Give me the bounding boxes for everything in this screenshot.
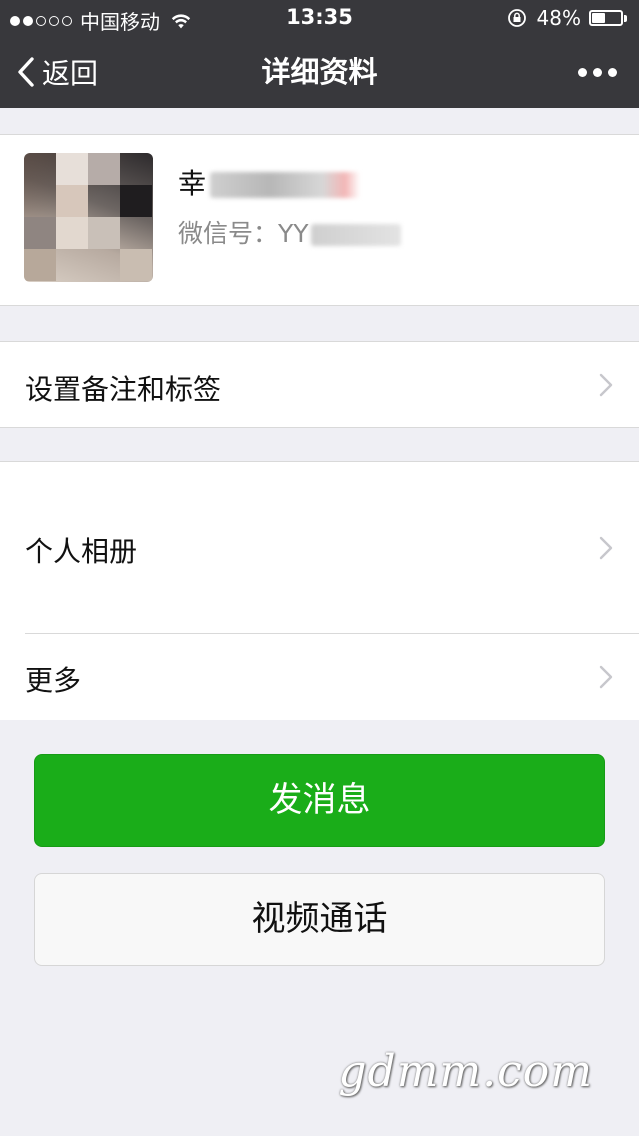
battery-tip (624, 14, 627, 22)
top-bar: 中国移动 13:35 48% 返回 详细资料 (0, 0, 639, 108)
more-options-button[interactable] (578, 36, 617, 108)
page-title: 详细资料 (261, 55, 378, 89)
avatar-pixel (56, 185, 88, 217)
avatar-pixel (88, 153, 120, 185)
more-dot-icon (578, 67, 587, 77)
wechat-id-visible: YY (278, 219, 309, 248)
battery-icon (589, 10, 623, 26)
cell-more[interactable]: 更多 (0, 634, 639, 720)
video-call-button[interactable]: 视频通话 (34, 873, 605, 966)
cell-group: 个人相册 更多 (0, 461, 639, 720)
chevron-right-icon (599, 536, 613, 560)
avatar-pixel (24, 217, 56, 249)
nav-bar: 返回 详细资料 (0, 36, 639, 108)
contact-name-visible: 幸 (178, 167, 207, 200)
battery-fill (592, 13, 605, 23)
avatar[interactable] (24, 153, 153, 282)
avatar-pixel (56, 153, 88, 185)
watermark: gdmm.com (338, 1046, 593, 1097)
send-message-button[interactable]: 发消息 (34, 754, 605, 847)
status-bar: 中国移动 13:35 48% (0, 0, 639, 36)
status-right: 48% (507, 6, 627, 30)
rotation-lock-icon (507, 9, 526, 27)
avatar-pixel (120, 249, 152, 281)
avatar-pixel (56, 217, 88, 249)
cell-more-label: 更多 (25, 664, 82, 697)
more-dot-icon (608, 67, 617, 77)
battery-percent: 48% (536, 6, 581, 30)
cell-remark-tags[interactable]: 设置备注和标签 (0, 341, 639, 428)
chevron-right-icon (599, 373, 613, 397)
wechat-id-blurred (310, 224, 401, 246)
contact-name: 幸 (178, 162, 361, 202)
wechat-id: 微信号：YY (178, 214, 401, 250)
cell-album[interactable]: 个人相册 (0, 462, 639, 633)
more-dot-icon (593, 67, 602, 77)
cell-album-label: 个人相册 (25, 535, 138, 568)
avatar-pixel (88, 217, 120, 249)
cell-remark-tags-label: 设置备注和标签 (25, 373, 222, 406)
chevron-right-icon (599, 665, 613, 689)
avatar-pixel (24, 249, 56, 281)
contact-name-blurred (210, 172, 361, 198)
avatar-pixel (120, 185, 152, 217)
wechat-id-label: 微信号： (178, 219, 279, 248)
